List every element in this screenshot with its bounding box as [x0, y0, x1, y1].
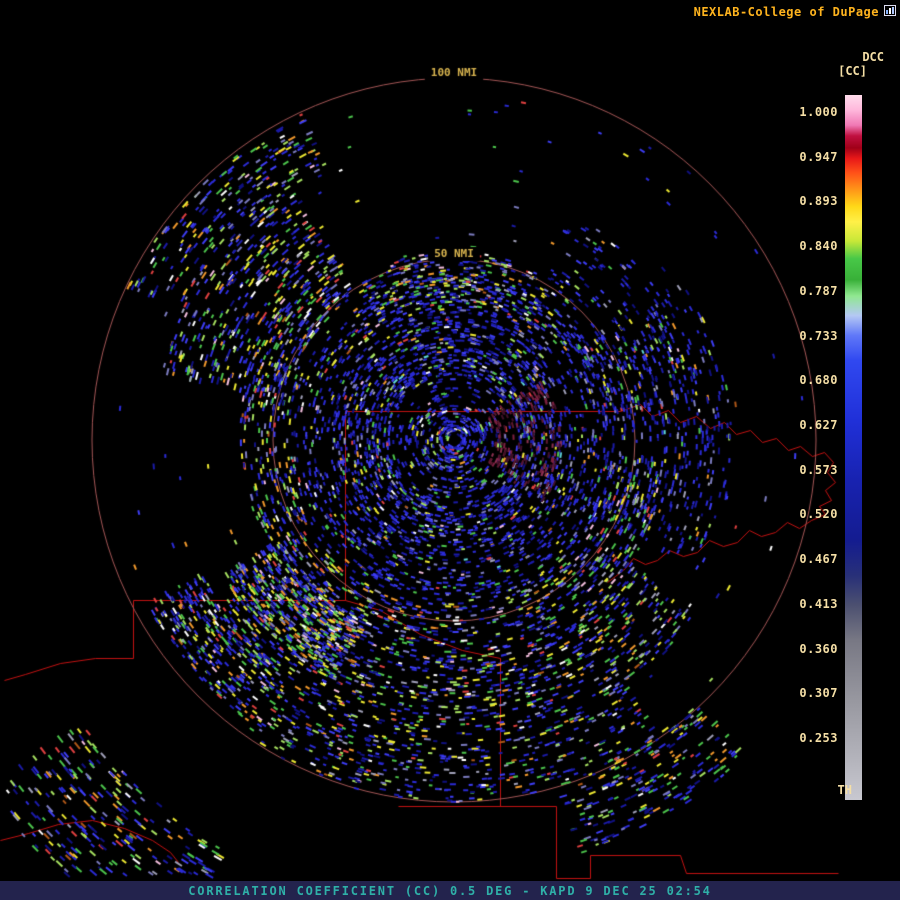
legend-tick: 0.467 — [799, 552, 838, 567]
site-logo-icon — [884, 5, 896, 19]
status-bar: CORRELATION COEFFICIENT (CC) 0.5 DEG - K… — [0, 881, 900, 900]
legend-threshold-label: TH — [837, 783, 852, 797]
legend-tick: 0.733 — [799, 328, 838, 343]
legend-tick: 0.253 — [799, 730, 838, 745]
legend-tick: 1.000 — [799, 105, 838, 119]
legend-tick: 0.787 — [799, 283, 838, 298]
site-title: NEXLAB-College of DuPage — [693, 5, 879, 19]
legend-tick: 0.893 — [799, 194, 838, 209]
legend-tick: 0.307 — [799, 686, 838, 701]
legend-tick: 0.627 — [799, 417, 838, 432]
legend-tick: 0.680 — [799, 373, 838, 388]
colorbar — [845, 95, 862, 800]
legend-units-label: [CC] — [838, 64, 867, 78]
product-status-text: CORRELATION COEFFICIENT (CC) 0.5 DEG - K… — [188, 883, 712, 898]
legend-tick: 0.520 — [799, 507, 838, 522]
legend-tick: 0.573 — [799, 462, 838, 477]
radar-map-canvas — [0, 0, 900, 900]
legend-tick: 0.947 — [799, 149, 838, 164]
radar-display-window: NEXLAB-College of DuPage DCC [CC] 1.000 0… — [0, 0, 900, 900]
legend-tick: 0.413 — [799, 596, 838, 611]
legend-tick: 0.360 — [799, 641, 838, 656]
legend-product-label: DCC — [862, 50, 884, 64]
legend-tick: 0.840 — [799, 239, 838, 254]
header-title-row: NEXLAB-College of DuPage — [694, 5, 896, 19]
